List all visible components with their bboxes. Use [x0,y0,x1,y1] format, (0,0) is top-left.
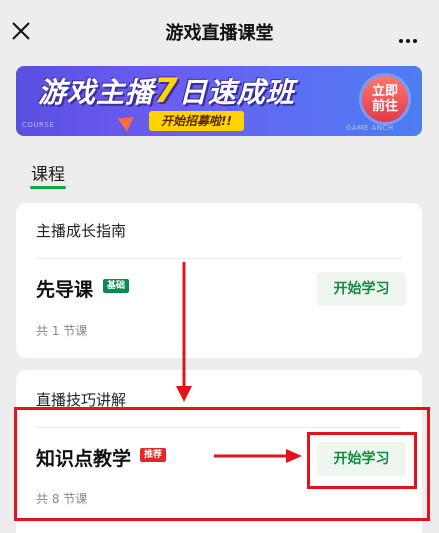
promo-banner[interactable]: COURSE GAME ANCH 游戏主播7日速成班 开始招募啦!! 立即前往 [16,66,422,136]
section-card-growth-guide: 主播成长指南 先导课 基础 开始学习 共 1 节课 [16,203,422,358]
annotation-box-button [307,432,417,489]
banner-title-number: 7 [154,71,179,111]
banner-title-part1: 游戏主播 [38,76,155,109]
top-bar: 游戏直播课堂 [0,0,439,62]
tab-active-indicator [30,186,66,189]
banner-cta-button[interactable]: 立即前往 [362,76,408,122]
start-learning-button[interactable]: 开始学习 [317,272,406,306]
banner-cta-label: 立即前往 [371,84,398,114]
lesson-title[interactable]: 先导课 [36,275,93,302]
badge-basic: 基础 [103,279,130,293]
more-dots-icon[interactable] [399,28,423,43]
tab-course[interactable]: 课程 [31,160,65,185]
divider [36,258,402,259]
section-header: 主播成长指南 [36,222,127,240]
arrow-icon [117,110,139,132]
banner-subtitle: 开始招募啦!! [149,111,244,131]
page-title: 游戏直播课堂 [165,23,274,44]
banner-small-left: COURSE [22,121,55,129]
lesson-count: 共 1 节课 [36,324,88,338]
banner-small-right: GAME ANCH [346,124,394,132]
banner-title-part2: 日速成班 [178,76,295,109]
banner-title: 游戏主播7日速成班 [38,71,295,111]
